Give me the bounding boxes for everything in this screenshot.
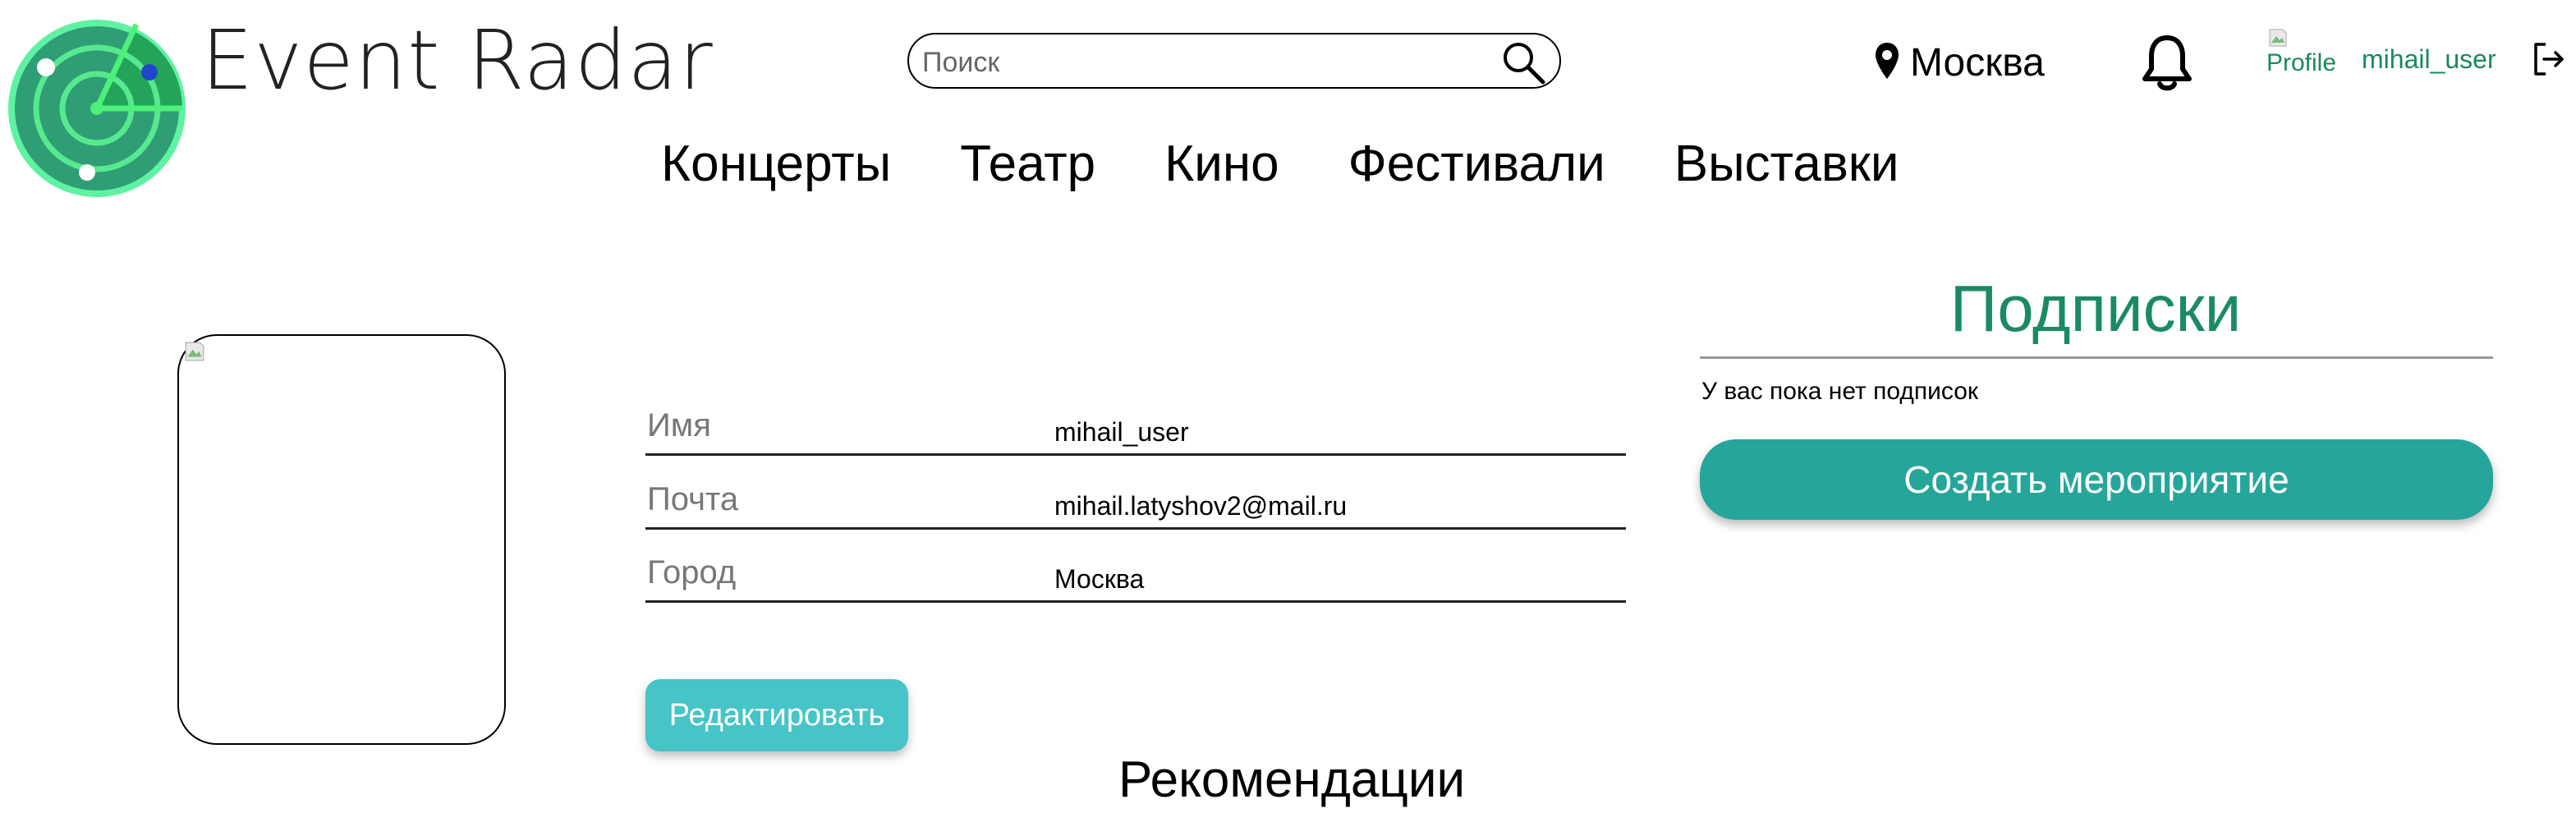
subscriptions-empty-text: У вас пока нет подписок: [1701, 378, 1979, 405]
broken-image-icon: [185, 342, 204, 361]
nav-item-concerts[interactable]: Концерты: [661, 131, 891, 197]
field-value: Москва: [1054, 564, 1145, 594]
radar-logo-icon[interactable]: [5, 16, 189, 200]
category-nav: Концерты Театр Кино Фестивали Выставки: [661, 131, 1899, 197]
field-label: Имя: [647, 407, 711, 443]
create-event-button[interactable]: Создать мероприятие: [1700, 439, 2493, 520]
subscriptions-title: Подписки: [1949, 272, 2242, 345]
profile-image[interactable]: Profile: [2266, 28, 2349, 79]
recommendations-title: Рекомендации: [1118, 751, 1466, 808]
logout-icon[interactable]: [2531, 41, 2567, 77]
nav-item-cinema[interactable]: Кино: [1164, 131, 1279, 197]
nav-item-exhibitions[interactable]: Выставки: [1674, 131, 1899, 197]
search-icon[interactable]: [1500, 39, 1546, 85]
field-value: mihail_user: [1054, 417, 1189, 447]
field-value: mihail.latyshov2@mail.ru: [1054, 491, 1348, 521]
nav-item-theater[interactable]: Театр: [960, 131, 1095, 197]
profile-field-name: Имя mihail_user: [645, 407, 1626, 456]
broken-image-icon: [2269, 29, 2287, 47]
city-selector[interactable]: Москва: [1874, 36, 2045, 89]
search-bar: [907, 33, 1561, 89]
edit-profile-button[interactable]: Редактировать: [645, 679, 908, 751]
app-title[interactable]: Event Radar: [201, 11, 714, 110]
map-pin-icon: [1874, 41, 1900, 85]
nav-item-festivals[interactable]: Фестивали: [1348, 131, 1605, 197]
subscriptions-divider: [1700, 356, 2493, 359]
search-input[interactable]: [921, 41, 1490, 84]
city-label: Москва: [1910, 40, 2045, 85]
username-link[interactable]: mihail_user: [2362, 44, 2496, 75]
field-label: Город: [647, 554, 737, 590]
profile-field-email: Почта mihail.latyshov2@mail.ru: [645, 481, 1626, 530]
profile-field-city: Город Москва: [645, 554, 1626, 603]
field-label: Почта: [647, 481, 739, 517]
avatar: [177, 334, 506, 745]
profile-image-alt: Profile: [2266, 49, 2337, 76]
bell-icon[interactable]: [2138, 33, 2196, 94]
